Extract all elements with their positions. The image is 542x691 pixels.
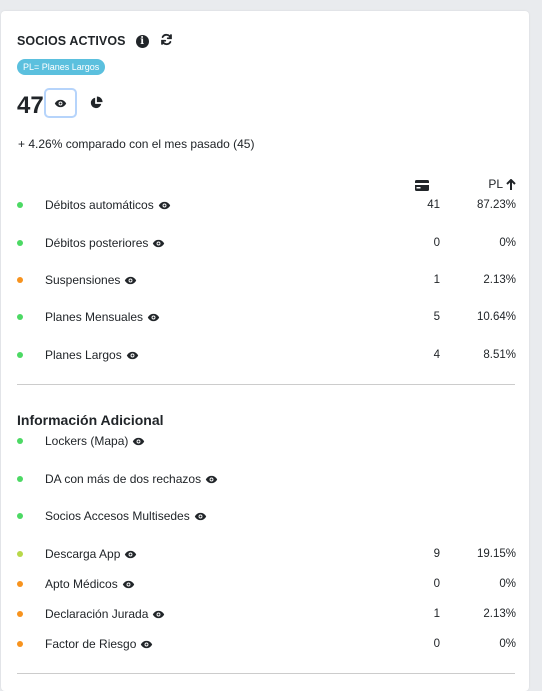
eye-icon[interactable] bbox=[132, 437, 145, 446]
eye-icon[interactable] bbox=[158, 201, 171, 210]
row-percent: 0% bbox=[499, 578, 516, 590]
status-dot bbox=[17, 551, 23, 557]
eye-icon[interactable] bbox=[122, 580, 135, 589]
card-header: SOCIOS ACTIVOS i bbox=[17, 33, 173, 49]
legend-badge: PL= Planes Largos bbox=[17, 59, 106, 75]
row-count: 1 bbox=[433, 274, 440, 286]
eye-icon[interactable] bbox=[147, 313, 160, 322]
row-count: 5 bbox=[433, 311, 440, 323]
row-count: 0 bbox=[433, 237, 440, 249]
row-count: 0 bbox=[433, 638, 440, 650]
status-dot bbox=[17, 581, 23, 587]
list-item[interactable]: Débitos automáticos 41 87.23% bbox=[17, 197, 516, 213]
refresh-icon[interactable] bbox=[160, 33, 173, 49]
row-count: 1 bbox=[433, 608, 440, 620]
info-icon[interactable]: i bbox=[135, 34, 149, 48]
row-label: Declaración Jurada bbox=[45, 607, 149, 621]
divider bbox=[17, 673, 515, 674]
eye-icon[interactable] bbox=[124, 550, 137, 559]
list-item[interactable]: Débitos posteriores 0 0% bbox=[17, 235, 516, 251]
row-percent: 2.13% bbox=[483, 608, 516, 620]
pie-chart-icon[interactable] bbox=[89, 96, 103, 115]
row-count: 41 bbox=[427, 199, 440, 211]
list-item[interactable]: DA con más de dos rechazos bbox=[17, 471, 516, 487]
row-percent: 0% bbox=[499, 237, 516, 249]
row-label: Débitos posteriores bbox=[45, 236, 149, 250]
eye-icon[interactable] bbox=[205, 475, 218, 484]
pl-column-header[interactable]: PL bbox=[488, 177, 516, 191]
eye-icon[interactable] bbox=[152, 610, 165, 619]
status-dot bbox=[17, 611, 23, 617]
pl-label: PL bbox=[488, 177, 503, 191]
row-label: DA con más de dos rechazos bbox=[45, 472, 202, 486]
socios-activos-card: SOCIOS ACTIVOS i PL= Planes Largos 47 + … bbox=[1, 11, 529, 691]
eye-icon[interactable] bbox=[152, 239, 165, 248]
additional-info-title: Información Adicional bbox=[17, 412, 164, 428]
row-label: Débitos automáticos bbox=[45, 198, 154, 212]
list-item[interactable]: Suspensiones 1 2.13% bbox=[17, 272, 516, 288]
list-item[interactable]: Planes Mensuales 5 10.64% bbox=[17, 309, 516, 325]
list-item[interactable]: Declaración Jurada 1 2.13% bbox=[17, 606, 516, 622]
total-active-count: 47 bbox=[17, 92, 44, 119]
eye-icon bbox=[54, 99, 67, 107]
row-label: Apto Médicos bbox=[45, 577, 118, 591]
list-item[interactable]: Socios Accesos Multisedes bbox=[17, 508, 516, 524]
status-dot bbox=[17, 476, 23, 482]
credit-card-icon bbox=[415, 178, 429, 196]
status-dot bbox=[17, 513, 23, 519]
row-percent: 10.64% bbox=[476, 311, 516, 323]
status-dot bbox=[17, 641, 23, 647]
eye-icon[interactable] bbox=[124, 276, 137, 285]
arrow-up-icon bbox=[506, 178, 516, 190]
list-item[interactable]: Planes Largos 4 8.51% bbox=[17, 347, 516, 363]
status-dot bbox=[17, 202, 23, 208]
row-label: Socios Accesos Multisedes bbox=[45, 509, 190, 523]
status-dot bbox=[17, 438, 23, 444]
row-count: 4 bbox=[433, 349, 440, 361]
eye-icon[interactable] bbox=[140, 640, 153, 649]
row-count: 9 bbox=[433, 548, 440, 560]
list-item[interactable]: Factor de Riesgo 0 0% bbox=[17, 636, 516, 652]
row-percent: 8.51% bbox=[483, 349, 516, 361]
status-dot bbox=[17, 240, 23, 246]
eye-icon[interactable] bbox=[126, 351, 139, 360]
row-label: Planes Largos bbox=[45, 348, 122, 362]
row-label: Descarga App bbox=[45, 547, 121, 561]
row-label: Planes Mensuales bbox=[45, 310, 144, 324]
eye-icon[interactable] bbox=[194, 512, 207, 521]
status-dot bbox=[17, 352, 23, 358]
row-label: Suspensiones bbox=[45, 273, 121, 287]
list-item[interactable]: Lockers (Mapa) bbox=[17, 433, 516, 449]
comparison-text: + 4.26% comparado con el mes pasado (45) bbox=[18, 137, 255, 151]
row-label: Factor de Riesgo bbox=[45, 637, 137, 651]
view-details-button[interactable] bbox=[44, 88, 77, 118]
list-item[interactable]: Descarga App 9 19.15% bbox=[17, 546, 516, 562]
status-dot bbox=[17, 314, 23, 320]
row-count: 0 bbox=[433, 578, 440, 590]
divider bbox=[17, 384, 515, 385]
list-item[interactable]: Apto Médicos 0 0% bbox=[17, 576, 516, 592]
card-title: SOCIOS ACTIVOS bbox=[17, 34, 126, 48]
row-percent: 0% bbox=[499, 638, 516, 650]
status-dot bbox=[17, 277, 23, 283]
row-percent: 2.13% bbox=[483, 274, 516, 286]
row-label: Lockers (Mapa) bbox=[45, 434, 129, 448]
row-percent: 19.15% bbox=[476, 548, 516, 560]
row-percent: 87.23% bbox=[476, 199, 516, 211]
